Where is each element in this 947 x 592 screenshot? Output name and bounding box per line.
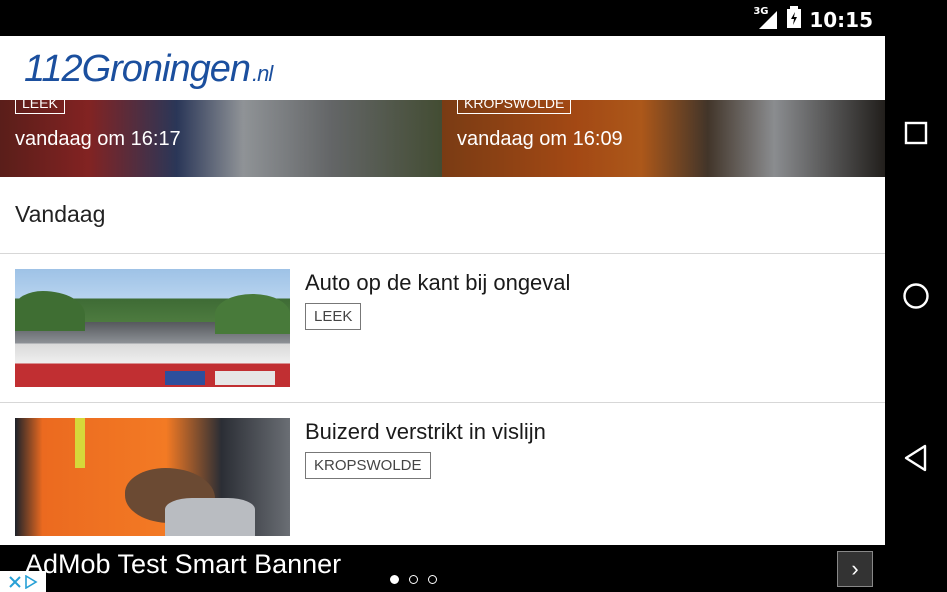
featured-time: vandaag om 16:09 <box>457 128 623 150</box>
signal-3g-icon: 3G <box>753 6 779 31</box>
app-logo[interactable]: 112Groningen.nl <box>24 48 273 91</box>
featured-card[interactable]: KROPSWOLDE vandaag om 16:09 <box>442 100 885 177</box>
home-icon[interactable] <box>901 281 931 311</box>
system-nav-bar <box>885 0 947 592</box>
app-content: 112Groningen.nl LEEK vandaag om 16:17 KR… <box>0 36 885 545</box>
toolbar: 112Groningen.nl <box>0 36 885 100</box>
ad-chevron-right-icon[interactable]: › <box>837 551 873 587</box>
article-item[interactable]: Buizerd verstrikt in vislijn KROPSWOLDE <box>0 403 885 545</box>
ad-text: AdMob Test Smart Banner <box>25 549 342 579</box>
featured-card[interactable]: LEEK vandaag om 16:17 <box>0 100 442 177</box>
adchoices-icon[interactable] <box>0 571 46 592</box>
clock: 10:15 <box>809 7 873 32</box>
carousel-dot <box>409 575 418 584</box>
battery-icon <box>787 6 802 33</box>
article-title: Auto op de kant bij ongeval <box>305 270 571 295</box>
featured-location-tag: LEEK <box>15 100 65 114</box>
featured-location-tag: KROPSWOLDE <box>457 100 572 114</box>
carousel-dot-active <box>390 575 399 584</box>
article-location-tag: KROPSWOLDE <box>305 452 431 479</box>
article-location-tag: LEEK <box>305 303 362 330</box>
article-thumbnail <box>15 418 290 536</box>
article-thumbnail <box>15 269 290 387</box>
back-icon[interactable] <box>901 443 931 473</box>
logo-suffix-text: .nl <box>252 61 273 86</box>
featured-carousel[interactable]: LEEK vandaag om 16:17 KROPSWOLDE vandaag… <box>0 100 885 177</box>
recent-apps-icon[interactable] <box>901 118 931 148</box>
ad-banner[interactable]: AdMob Test Smart Banner › <box>0 545 885 592</box>
article-title: Buizerd verstrikt in vislijn <box>305 419 546 444</box>
section-title: Vandaag <box>15 201 106 227</box>
status-icons: 3G 10:15 <box>753 6 873 33</box>
network-type-label: 3G <box>753 5 769 17</box>
featured-time: vandaag om 16:17 <box>15 128 181 150</box>
carousel-indicator <box>390 575 437 584</box>
section-header: Vandaag <box>0 177 885 254</box>
status-bar: 3G 10:15 <box>0 0 885 36</box>
logo-main-text: 112Groningen <box>24 48 251 90</box>
article-item[interactable]: Auto op de kant bij ongeval LEEK <box>0 254 885 403</box>
carousel-dot <box>428 575 437 584</box>
